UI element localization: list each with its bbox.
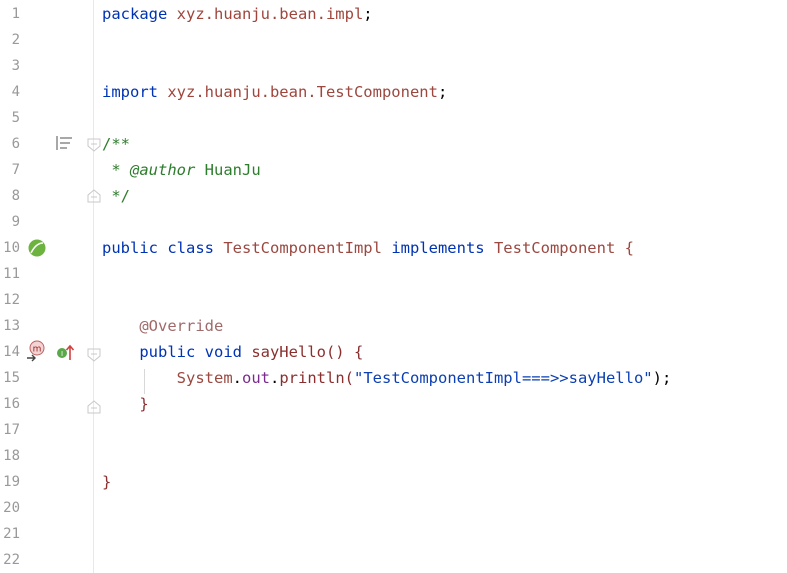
code-line[interactable]: 21 <box>0 521 787 547</box>
line-number[interactable]: 21 <box>0 521 20 547</box>
code-line[interactable]: 6 /** <box>0 131 787 157</box>
code-text[interactable]: package xyz.huanju.bean.impl; <box>102 1 373 27</box>
code-token: xyz.huanju.bean. <box>167 83 317 101</box>
code-line[interactable]: 5 <box>0 105 787 131</box>
code-text[interactable]: */ <box>102 183 130 209</box>
code-line[interactable]: 16 } <box>0 391 787 417</box>
line-number[interactable]: 7 <box>0 157 20 183</box>
line-number[interactable]: 18 <box>0 443 20 469</box>
code-token: import <box>102 83 168 101</box>
doc-render-icon[interactable] <box>56 136 74 154</box>
code-token: } <box>102 473 112 491</box>
code-line[interactable]: 1 package xyz.huanju.bean.impl; <box>0 1 787 27</box>
fold-icon[interactable] <box>87 348 101 366</box>
code-text[interactable]: * @author HuanJu <box>102 157 261 183</box>
code-line[interactable]: 19} <box>0 469 787 495</box>
line-number[interactable]: 5 <box>0 105 20 131</box>
implements-method-icon[interactable]: I <box>56 343 76 367</box>
code-line[interactable]: 18 <box>0 443 787 469</box>
code-token: ; <box>363 5 373 23</box>
code-line[interactable]: 17 <box>0 417 787 443</box>
line-number[interactable]: 15 <box>0 365 20 391</box>
code-text[interactable]: /** <box>102 131 130 157</box>
line-number[interactable]: 14 <box>0 339 20 365</box>
line-number[interactable]: 9 <box>0 209 20 235</box>
code-token: sayHello() { <box>251 343 364 361</box>
code-line[interactable]: 9 <box>0 209 787 235</box>
code-token: * <box>102 161 130 179</box>
code-text[interactable]: System.out.println("TestComponentImpl===… <box>102 365 672 391</box>
code-text[interactable]: } <box>102 469 111 495</box>
code-token: package <box>102 5 177 23</box>
code-token: ); <box>652 369 672 387</box>
fold-icon[interactable] <box>87 400 101 418</box>
code-line[interactable]: 11 <box>0 261 787 287</box>
code-token: @Override <box>139 317 224 335</box>
line-number[interactable]: 13 <box>0 313 20 339</box>
code-token: } <box>139 395 149 413</box>
code-token: public void <box>139 343 252 361</box>
code-token: TestComponent <box>316 83 438 101</box>
code-token: @author <box>130 161 196 179</box>
code-line[interactable]: 13 @Override <box>0 313 787 339</box>
code-token: out <box>242 369 270 387</box>
fold-icon[interactable] <box>87 138 101 156</box>
code-line[interactable]: 12 <box>0 287 787 313</box>
line-number[interactable]: 3 <box>0 53 20 79</box>
code-token: public class <box>102 239 224 257</box>
line-number[interactable]: 8 <box>0 183 20 209</box>
line-number[interactable]: 19 <box>0 469 20 495</box>
code-token: ; <box>437 83 448 101</box>
interface-badge-label: I <box>61 350 63 358</box>
code-text[interactable]: } <box>102 391 149 417</box>
code-text[interactable]: public void sayHello() { <box>102 339 363 365</box>
code-token: HuanJu <box>195 161 261 179</box>
line-number[interactable]: 22 <box>0 547 20 573</box>
line-number[interactable]: 17 <box>0 417 20 443</box>
code-token: implements <box>391 239 494 257</box>
line-number[interactable]: 10 <box>0 235 20 261</box>
code-line[interactable]: 2 <box>0 27 787 53</box>
override-method-icon[interactable]: m <box>26 340 48 366</box>
line-number[interactable]: 12 <box>0 287 20 313</box>
line-number[interactable]: 6 <box>0 131 20 157</box>
code-token: xyz.huanju.bean.impl <box>176 5 364 23</box>
code-line[interactable]: 8 */ <box>0 183 787 209</box>
code-line[interactable]: 3 <box>0 53 787 79</box>
code-token: TestComponentImpl <box>223 239 392 257</box>
code-line[interactable]: 14 public void sayHello() { <box>0 339 787 365</box>
code-text[interactable]: public class TestComponentImpl implement… <box>102 235 634 261</box>
method-badge-label: m <box>33 345 42 355</box>
code-token: TestComponent { <box>493 239 634 257</box>
code-text[interactable]: @Override <box>102 313 223 339</box>
code-line[interactable]: 7 * @author HuanJu <box>0 157 787 183</box>
line-number[interactable]: 20 <box>0 495 20 521</box>
code-line[interactable]: 4 import xyz.huanju.bean.TestComponent; <box>0 79 787 105</box>
code-token: System <box>176 369 233 387</box>
fold-icon[interactable] <box>87 189 101 207</box>
line-number[interactable]: 1 <box>0 1 20 27</box>
code-line[interactable]: 15 System.out.println("TestComponentImpl… <box>0 365 787 391</box>
code-token: "TestComponentImpl===>>sayHello" <box>354 369 653 387</box>
spring-bean-icon[interactable] <box>27 239 47 261</box>
line-number[interactable]: 2 <box>0 27 20 53</box>
code-token: */ <box>102 187 130 205</box>
code-line[interactable]: 20 <box>0 495 787 521</box>
code-text[interactable]: import xyz.huanju.bean.TestComponent; <box>102 79 447 105</box>
line-number[interactable]: 4 <box>0 79 20 105</box>
code-token: /** <box>102 135 130 153</box>
code-token: . <box>270 369 280 387</box>
code-token: . <box>232 369 242 387</box>
code-token: println( <box>279 369 354 387</box>
line-number[interactable]: 11 <box>0 261 20 287</box>
code-line[interactable]: 10 public class TestComponentImpl impleme… <box>0 235 787 261</box>
line-number[interactable]: 16 <box>0 391 20 417</box>
code-line[interactable]: 22 <box>0 547 787 573</box>
